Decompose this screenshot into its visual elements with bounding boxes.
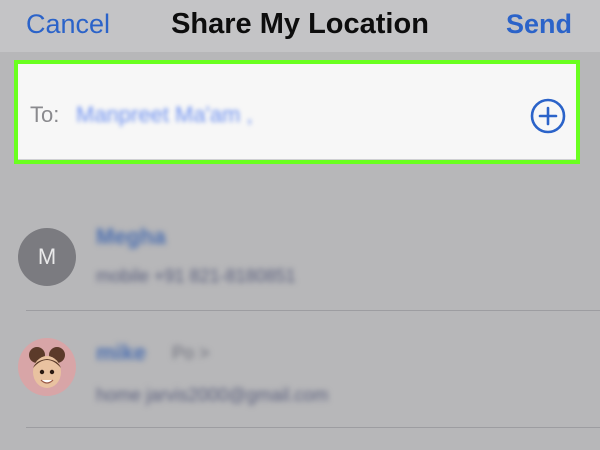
- to-label: To:: [30, 102, 60, 127]
- contact-extra: Po >: [172, 343, 210, 363]
- contact-detail: home jarvis2000@gmail.com: [96, 385, 329, 405]
- contact-detail: mobile +91 821-8180851: [96, 266, 296, 286]
- contact-name: Megha: [96, 224, 166, 249]
- contact-row-megha[interactable]: M Megha mobile +91 821-8180851: [0, 196, 600, 314]
- send-button[interactable]: Send: [506, 8, 572, 40]
- navigation-bar: Cancel Share My Location Send: [0, 0, 600, 52]
- row-divider: [26, 427, 600, 428]
- memoji-avatar-icon: [18, 338, 76, 396]
- avatar-initial: M: [37, 244, 57, 269]
- avatar: M: [18, 228, 76, 286]
- contact-row-mike[interactable]: mike Po > home jarvis2000@gmail.com: [0, 312, 600, 430]
- add-recipient-button[interactable]: [530, 98, 566, 134]
- recipient-token[interactable]: Manpreet Ma'am ,: [76, 102, 253, 128]
- row-divider: [26, 310, 600, 311]
- to-recipient-field[interactable]: To: Manpreet Ma'am ,: [14, 60, 580, 164]
- plus-circle-icon: [530, 98, 566, 134]
- field-divider: [18, 159, 576, 160]
- contact-name: mike: [96, 340, 147, 365]
